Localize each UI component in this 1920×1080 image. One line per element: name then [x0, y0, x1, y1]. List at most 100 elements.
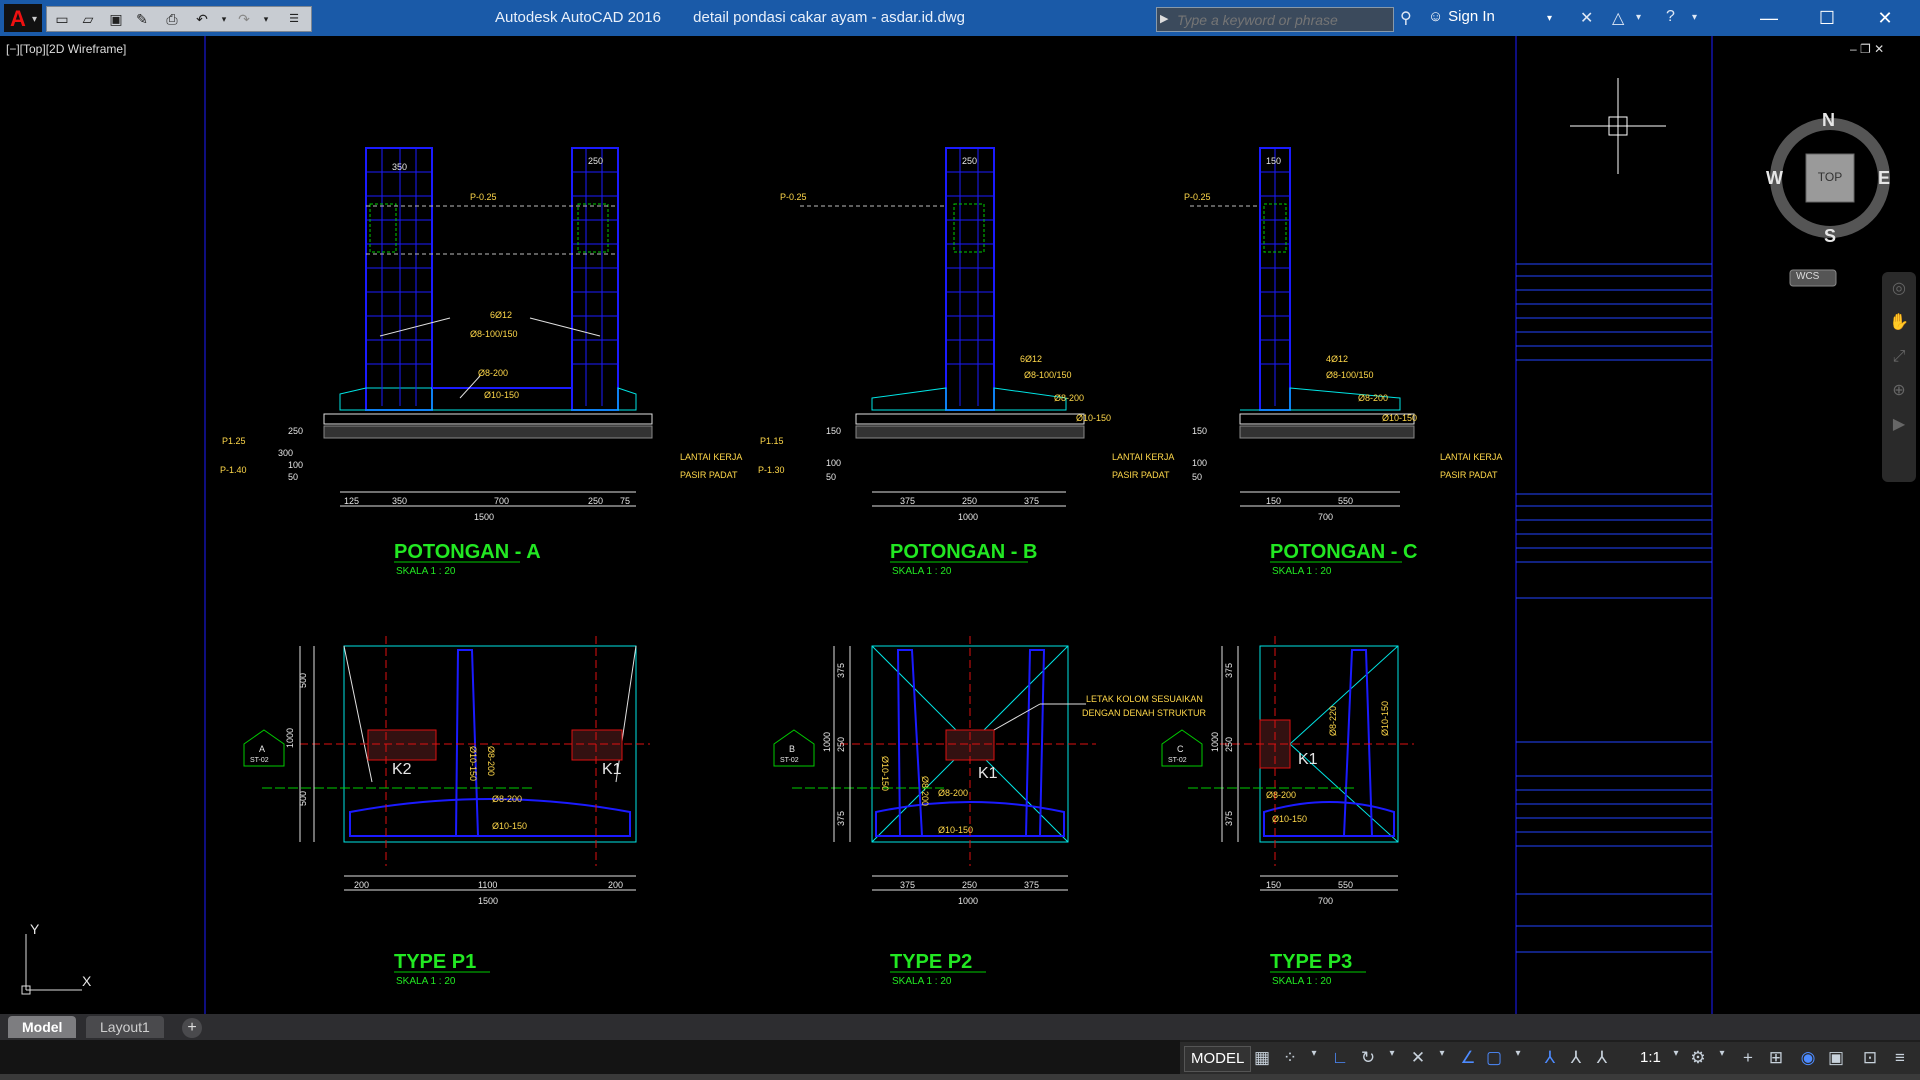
isolate-objects-icon[interactable]: ◉: [1796, 1048, 1820, 1068]
application-menu-button[interactable]: A ▾: [4, 4, 42, 32]
layer-text: LANTAI KERJA: [1112, 452, 1174, 462]
dim-text: 375: [836, 663, 846, 678]
showmotion-icon[interactable]: ▶: [1882, 408, 1916, 442]
tab-model[interactable]: Model: [8, 1016, 77, 1038]
dim-text: 150: [1266, 880, 1281, 890]
minimize-icon[interactable]: —: [1740, 0, 1798, 36]
layout-tab-bar: Model Layout1 +: [0, 1014, 1920, 1040]
annotation-scale-value[interactable]: 1:1: [1640, 1049, 1661, 1066]
polar-tracking-icon[interactable]: ↻: [1356, 1048, 1380, 1068]
dim-text: 250: [588, 496, 603, 506]
grid-icon[interactable]: ▦: [1250, 1048, 1274, 1068]
note-text: Ø8-100/150: [1326, 370, 1374, 380]
redo-dropdown-icon[interactable]: ▾: [255, 9, 277, 29]
plan-title: TYPE P2: [890, 951, 972, 973]
note-text: Ø8-200: [938, 788, 968, 798]
chevron-down-icon[interactable]: ▾: [1430, 1048, 1454, 1059]
annotation-visibility-icon[interactable]: ⅄: [1538, 1048, 1562, 1068]
customization-menu-icon[interactable]: ≡: [1888, 1048, 1912, 1068]
clean-screen-icon[interactable]: ⊡: [1858, 1048, 1882, 1068]
compass-east[interactable]: E: [1878, 168, 1890, 189]
auto-scale-icon[interactable]: ⅄: [1564, 1048, 1588, 1068]
plan-title: TYPE P1: [394, 951, 476, 973]
orbit-icon[interactable]: ⊕: [1882, 374, 1916, 408]
chevron-down-icon[interactable]: ▾: [1636, 12, 1641, 23]
chevron-down-icon[interactable]: ▾: [1692, 12, 1697, 23]
dim-text: 75: [620, 496, 630, 506]
undo-dropdown-icon[interactable]: ▾: [213, 9, 235, 29]
section-c-drawing: [1190, 147, 1415, 507]
chevron-down-icon[interactable]: ▾: [1380, 1048, 1404, 1059]
plan-p1-labels: A ST-02 K2 K1 Ø10-150 Ø8-200 Ø8-200 Ø10-…: [250, 673, 623, 987]
save-icon[interactable]: ▣: [105, 9, 127, 29]
autodesk-a360-icon[interactable]: △: [1612, 8, 1624, 28]
viewcube-top-face[interactable]: TOP: [1812, 170, 1848, 184]
redo-icon[interactable]: ↷: [233, 9, 255, 29]
column-label: K1: [1298, 751, 1318, 768]
note-text: Ø8-200: [1266, 790, 1296, 800]
maximize-icon[interactable]: ☐: [1798, 0, 1856, 36]
tab-layout1[interactable]: Layout1: [86, 1016, 164, 1038]
ortho-icon[interactable]: ∟: [1328, 1048, 1352, 1068]
plan-scale: SKALA 1 : 20: [396, 976, 456, 987]
dim-text: 550: [1338, 880, 1353, 890]
binoculars-icon[interactable]: ⚲: [1400, 8, 1412, 28]
new-file-icon[interactable]: ▭: [51, 9, 73, 29]
help-icon[interactable]: ?: [1666, 8, 1675, 26]
chevron-down-icon[interactable]: ▾: [1302, 1048, 1326, 1059]
open-folder-icon[interactable]: ▱: [77, 9, 99, 29]
object-snap-tracking-icon[interactable]: ∠: [1456, 1048, 1480, 1068]
chevron-down-icon[interactable]: ▾: [1710, 1048, 1734, 1059]
model-space-button[interactable]: MODEL: [1184, 1046, 1252, 1072]
crosshair-cursor: [1570, 78, 1666, 174]
section-c-labels: 150 P-0.25 4Ø12 Ø8-100/150 Ø8-200 Ø10-15…: [1184, 156, 1502, 577]
exchange-apps-icon[interactable]: ✕: [1580, 8, 1593, 28]
customize-toolbar-icon[interactable]: ☰: [283, 9, 305, 29]
app-title: Autodesk AutoCAD 2016: [495, 9, 661, 26]
compass-west[interactable]: W: [1766, 168, 1783, 189]
window-title: Autodesk AutoCAD 2016 detail pondasi cak…: [400, 0, 1060, 36]
viewcube[interactable]: N S E W TOP WCS: [1760, 78, 1920, 288]
undo-icon[interactable]: ↶: [191, 9, 213, 29]
sign-in-button[interactable]: ☺ Sign In ▾: [1428, 8, 1552, 28]
add-layout-icon[interactable]: +: [182, 1018, 202, 1038]
compass-south[interactable]: S: [1824, 226, 1836, 247]
save-as-icon[interactable]: ✎: [131, 9, 153, 29]
dim-text: 100: [826, 458, 841, 468]
dim-text: 200: [608, 880, 623, 890]
hardware-acceleration-icon[interactable]: ▣: [1824, 1048, 1848, 1068]
status-bar-blank: [0, 1040, 1180, 1074]
dim-text: 350: [392, 162, 407, 172]
drawing-viewport[interactable]: [−][Top][2D Wireframe] ‒ ❐ ✕ 350 250 P-0…: [0, 36, 1920, 1014]
close-icon[interactable]: ✕: [1856, 0, 1914, 36]
steering-wheel-icon[interactable]: ◎: [1882, 272, 1916, 306]
wcs-menu[interactable]: WCS: [1796, 271, 1819, 282]
level-text: P-0.25: [780, 192, 807, 202]
dim-text: 375: [836, 811, 846, 826]
object-snap-icon[interactable]: ▢: [1482, 1048, 1506, 1068]
callout-text: DENGAN DENAH STRUKTUR: [1082, 708, 1207, 718]
search-input[interactable]: [1173, 8, 1393, 31]
chevron-down-icon[interactable]: ▾: [1664, 1048, 1688, 1059]
dim-text: 1000: [1210, 732, 1220, 752]
workspace-gear-icon[interactable]: ⚙: [1686, 1048, 1710, 1068]
pan-icon[interactable]: ✋: [1882, 306, 1916, 340]
dim-text: 50: [1192, 472, 1202, 482]
ucs-x-label: X: [82, 973, 92, 989]
compass-north[interactable]: N: [1822, 110, 1835, 131]
zoom-extents-icon[interactable]: ⤢: [1882, 340, 1916, 374]
dim-text: 500: [298, 791, 308, 806]
level-text: P-0.25: [1184, 192, 1211, 202]
units-icon[interactable]: ⊞: [1764, 1048, 1788, 1068]
snap-icon[interactable]: ⁘: [1278, 1048, 1302, 1068]
isodraft-icon[interactable]: ✕: [1406, 1048, 1430, 1068]
annotation-scale-icon[interactable]: ⅄: [1590, 1048, 1614, 1068]
dim-text: 1500: [478, 896, 498, 906]
chevron-down-icon[interactable]: ▾: [1506, 1048, 1530, 1059]
search-expand-icon[interactable]: ▶: [1160, 12, 1168, 25]
plus-icon[interactable]: +: [1736, 1048, 1760, 1068]
dim-text: 375: [1024, 496, 1039, 506]
dim-text: 375: [1224, 811, 1234, 826]
column-label: K1: [978, 765, 998, 782]
print-icon[interactable]: ⎙: [161, 9, 183, 29]
